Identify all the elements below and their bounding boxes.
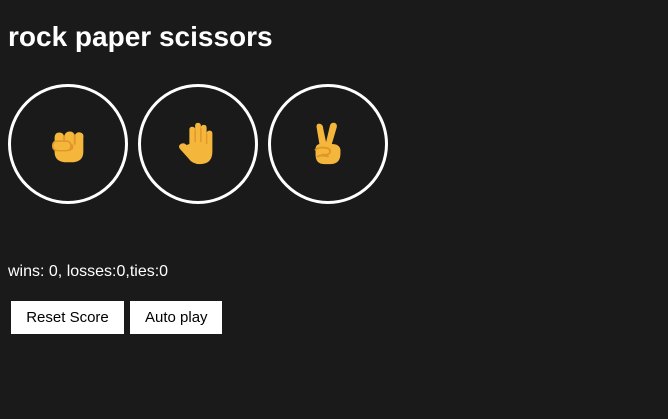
page-title: rock paper scissors: [8, 21, 273, 52]
reset-score-button[interactable]: Reset Score: [11, 301, 124, 334]
scissors-button[interactable]: [268, 84, 388, 204]
fist-icon: [45, 121, 91, 167]
auto-play-button[interactable]: Auto play: [130, 301, 222, 334]
rock-button[interactable]: [8, 84, 128, 204]
move-buttons: [8, 84, 388, 204]
control-buttons: Reset Score Auto play: [11, 301, 222, 334]
victory-hand-icon: [305, 121, 351, 167]
paper-button[interactable]: [138, 84, 258, 204]
score-text: wins: 0, losses:0,ties:0: [8, 263, 169, 280]
raised-hand-icon: [175, 121, 221, 167]
